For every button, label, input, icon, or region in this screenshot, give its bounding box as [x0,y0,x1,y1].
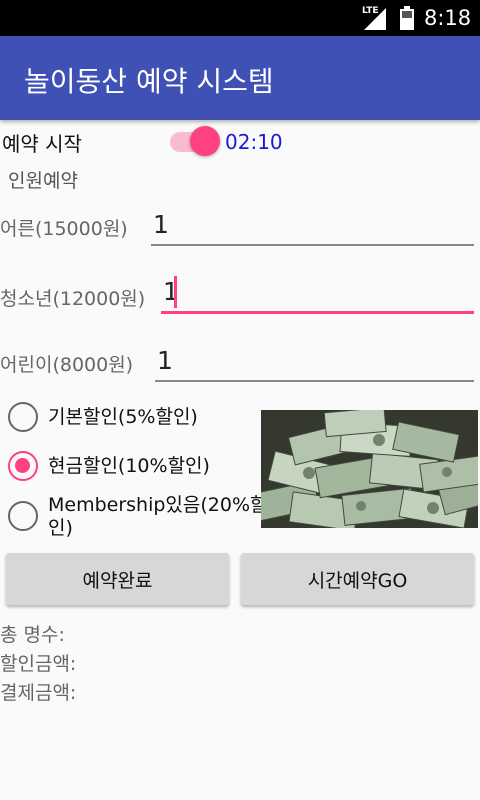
app-title: 놀이동산 예약 시스템 [24,65,274,98]
payment-amount-label: 결제금액: [0,682,77,704]
radio-label: 현금할인(10%할인) [48,455,210,477]
time-reservation-go-button[interactable]: 시간예약GO [241,553,474,605]
switch-thumb [190,126,220,156]
radio-label-line2: 인) [48,517,73,539]
reservation-complete-button[interactable]: 예약완료 [6,553,229,605]
people-reservation-label: 인원예약 [8,170,78,192]
money-pile-image [261,410,478,528]
radio-label-line1: Membership있음(20%할 [48,494,268,516]
child-count-input[interactable] [155,340,474,382]
radio-button-icon [8,501,38,531]
battery-icon [400,6,414,30]
money-pile-illustration [261,410,478,528]
adult-label: 어른(15000원) [0,218,128,240]
radio-button-icon [8,402,38,432]
radio-basic-discount[interactable]: 기본할인(5%할인) [8,402,258,434]
radio-button-checked-icon [8,451,38,481]
child-label: 어린이(8000원) [0,354,134,376]
discount-amount-label: 할인금액: [0,653,77,675]
youth-count-input[interactable] [161,272,474,314]
youth-label: 청소년(12000원) [0,288,146,310]
app-bar: 놀이동산 예약 시스템 [0,36,480,120]
radio-membership-discount[interactable]: Membership있음(20%할 인) [8,494,268,544]
adult-count-input[interactable] [151,204,474,246]
radio-cash-discount[interactable]: 현금할인(10%할인) [8,451,258,483]
clock-time: 8:18 [424,6,472,30]
reservation-start-label: 예약 시작 [2,132,82,156]
total-people-label: 총 명수: [0,624,65,646]
chronometer-time: 02:10 [225,130,283,154]
radio-label: 기본할인(5%할인) [48,406,198,428]
text-caret [174,276,177,308]
reservation-start-switch[interactable] [168,126,222,156]
status-bar: LTE 8:18 [0,0,480,36]
signal-icon [364,8,386,30]
